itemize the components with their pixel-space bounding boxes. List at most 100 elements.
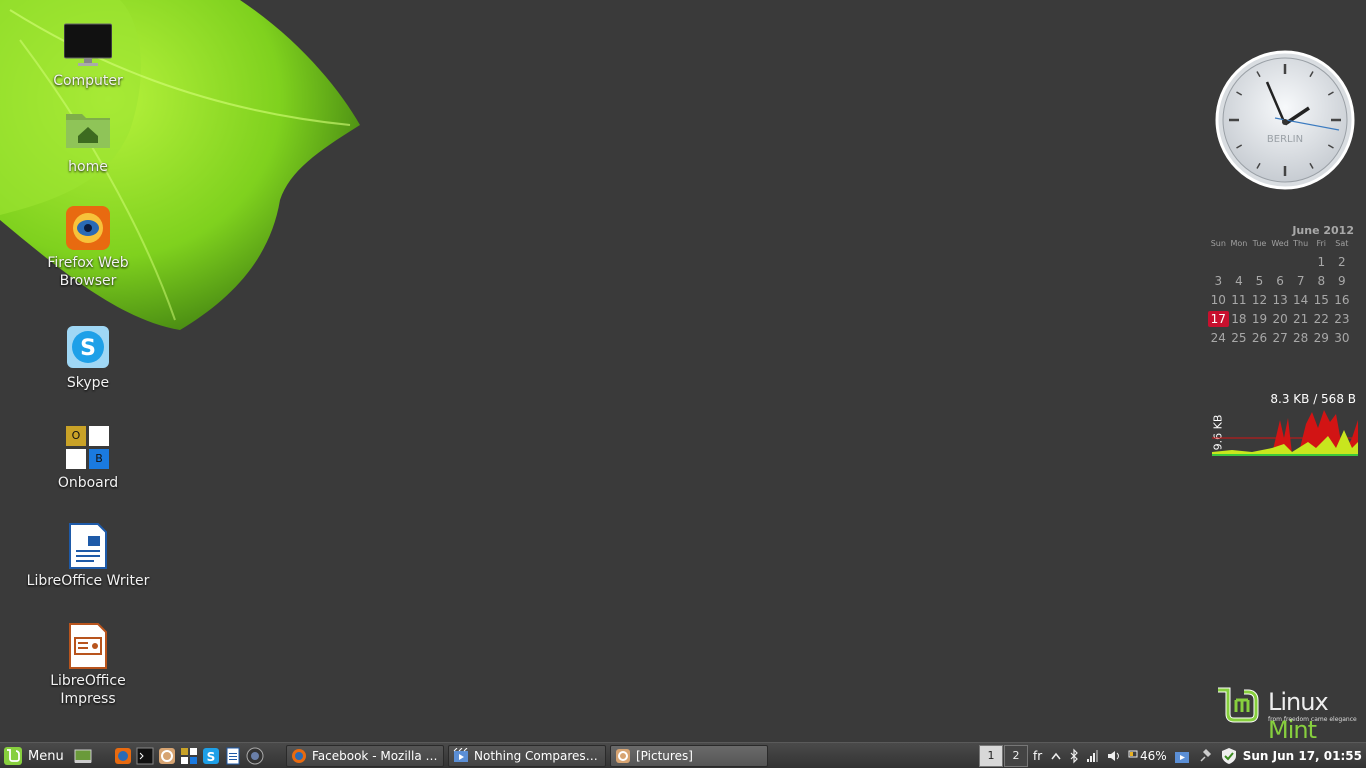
calendar-day[interactable]: 24 xyxy=(1208,330,1229,346)
skype-icon[interactable]: S xyxy=(202,747,220,765)
linux-mint-logo: Linux Mint from freedom came elegance xyxy=(1216,686,1357,744)
network-signal-icon[interactable] xyxy=(1086,747,1100,765)
linux-mint-tagline: from freedom came elegance xyxy=(1268,716,1357,723)
calendar-day-empty xyxy=(1208,254,1229,270)
calendar-day[interactable]: 27 xyxy=(1270,330,1291,346)
calendar-day[interactable]: 5 xyxy=(1249,273,1270,289)
desktop-icon-firefox[interactable]: Firefox Web Browser xyxy=(28,204,148,290)
calendar-day-grid: 1 2 3 4 5 6 7 8 9 10 11 12 13 14 15 16 17 18 19 20 21 22 23 24 2… xyxy=(1208,254,1356,346)
svg-text:S: S xyxy=(80,336,96,361)
bottom-panel: Menu S Facebook - Mozilla F... Nothing C… xyxy=(0,742,1366,768)
calendar-day[interactable]: 7 xyxy=(1290,273,1311,289)
terminal-icon[interactable] xyxy=(136,747,154,765)
calendar-day[interactable]: 30 xyxy=(1332,330,1353,346)
desktop-icon-label: Computer xyxy=(53,73,123,89)
update-manager-shield-icon[interactable] xyxy=(1220,747,1238,765)
calendar-day[interactable]: 9 xyxy=(1332,273,1353,289)
calendar-day[interactable]: 19 xyxy=(1249,311,1270,327)
desktop-icon-label: home xyxy=(68,159,108,175)
skype-icon: S xyxy=(64,324,112,372)
bluetooth-icon[interactable] xyxy=(1068,747,1080,765)
workspace-2[interactable]: 2 xyxy=(1004,745,1028,767)
calendar-day[interactable]: 25 xyxy=(1229,330,1250,346)
calendar-day[interactable]: 11 xyxy=(1229,292,1250,308)
battery-percentage: 46% xyxy=(1140,749,1167,763)
calendar-day[interactable]: 28 xyxy=(1290,330,1311,346)
volume-icon[interactable] xyxy=(1106,747,1122,765)
firefox-icon xyxy=(291,748,307,764)
taskbar-item-video[interactable]: Nothing Compares 2... xyxy=(448,745,606,767)
calendar-day[interactable]: 10 xyxy=(1208,292,1229,308)
monitor-icon xyxy=(63,22,113,70)
taskbar-item-label: [Pictures] xyxy=(636,749,693,763)
taskbar-item-firefox[interactable]: Facebook - Mozilla F... xyxy=(286,745,444,767)
onboard-key: O xyxy=(66,426,86,446)
calendar-day[interactable]: 16 xyxy=(1332,292,1353,308)
onboard-icon[interactable] xyxy=(180,747,198,765)
clock-face: BERLIN xyxy=(1215,50,1355,190)
home-folder-icon xyxy=(64,108,112,156)
keyboard-layout-indicator[interactable]: fr xyxy=(1033,747,1042,765)
calendar-day-empty xyxy=(1229,254,1250,270)
desktop-icon-libreoffice-writer[interactable]: LibreOffice Writer xyxy=(27,522,149,590)
writer-document-icon xyxy=(64,522,112,570)
calendar-day[interactable]: 12 xyxy=(1249,292,1270,308)
desktop-icon-label: Firefox Web Browser xyxy=(47,255,129,289)
desktop-icon-onboard[interactable]: O B Onboard xyxy=(28,424,148,492)
calendar-day[interactable]: 15 xyxy=(1311,292,1332,308)
media-player-icon[interactable] xyxy=(1174,747,1190,765)
taskbar-item-label: Facebook - Mozilla F... xyxy=(312,749,439,763)
calendar-day[interactable]: 14 xyxy=(1290,292,1311,308)
calendar-day[interactable]: 6 xyxy=(1270,273,1291,289)
video-icon xyxy=(453,747,469,764)
battery-indicator[interactable]: 46% xyxy=(1128,747,1167,765)
desktop-icon-label: Skype xyxy=(66,375,110,391)
calendar-day[interactable]: 1 xyxy=(1311,254,1332,270)
desktop-icon-label: Onboard xyxy=(57,475,119,491)
nemo-icon[interactable] xyxy=(158,747,176,765)
calendar-day[interactable]: 23 xyxy=(1332,311,1353,327)
firefox-icon xyxy=(64,204,112,252)
firefox-icon[interactable] xyxy=(114,747,132,765)
desktop-icon-home[interactable]: home xyxy=(28,108,148,176)
taskbar-item-pictures[interactable]: [Pictures] xyxy=(610,745,768,767)
desktop-icon-libreoffice-impress[interactable]: LibreOffice Impress xyxy=(28,622,148,708)
calendar-day[interactable]: 17 xyxy=(1208,311,1229,327)
calendar-weekday: Wed xyxy=(1271,239,1289,248)
calendar-weekday: Mon xyxy=(1230,239,1248,248)
calendar-day[interactable]: 18 xyxy=(1229,311,1250,327)
calendar-day[interactable]: 26 xyxy=(1249,330,1270,346)
panel-clock[interactable]: Sun Jun 17, 01:55 xyxy=(1243,747,1362,765)
onboard-icon: O B xyxy=(66,424,110,472)
network-speed-desklet: 8.3 KB / 568 B 9.6 KB xyxy=(1210,392,1358,456)
calendar-day[interactable]: 29 xyxy=(1311,330,1332,346)
network-graph xyxy=(1212,410,1358,456)
calendar-day-empty xyxy=(1290,254,1311,270)
show-desktop-icon[interactable] xyxy=(74,747,92,765)
calendar-day[interactable]: 21 xyxy=(1290,311,1311,327)
calendar-day[interactable]: 22 xyxy=(1311,311,1332,327)
clock-desklet[interactable]: BERLIN xyxy=(1215,50,1355,190)
desktop-icon-label: LibreOffice Impress xyxy=(50,673,126,707)
calendar-day[interactable]: 2 xyxy=(1332,254,1353,270)
calendar-weekday: Fri xyxy=(1316,239,1327,248)
chevron-up-icon[interactable] xyxy=(1050,747,1062,765)
calendar-day[interactable]: 4 xyxy=(1229,273,1250,289)
screenshot-icon[interactable] xyxy=(246,747,264,765)
calendar-day[interactable]: 8 xyxy=(1311,273,1332,289)
workspace-1[interactable]: 1 xyxy=(979,745,1003,767)
calendar-day[interactable]: 13 xyxy=(1270,292,1291,308)
writer-icon[interactable] xyxy=(224,747,242,765)
calendar-desklet[interactable]: June 2012 Sun Mon Tue Wed Thu Fri Sat 12345678… xyxy=(1208,224,1356,346)
calendar-day[interactable]: 3 xyxy=(1208,273,1229,289)
network-rate-readout: 8.3 KB / 568 B xyxy=(1270,392,1356,406)
mint-leaf-icon xyxy=(1218,687,1259,723)
calendar-day[interactable]: 20 xyxy=(1270,311,1291,327)
calendar-weekday: Sun xyxy=(1210,239,1226,248)
desktop-icon-computer[interactable]: Computer xyxy=(28,22,148,90)
calendar-day-empty xyxy=(1270,254,1291,270)
calendar-weekday: Thu xyxy=(1293,239,1309,248)
menu-button[interactable]: Menu xyxy=(2,745,70,767)
pin-icon[interactable] xyxy=(1198,747,1212,765)
desktop-icon-skype[interactable]: S Skype xyxy=(28,324,148,392)
